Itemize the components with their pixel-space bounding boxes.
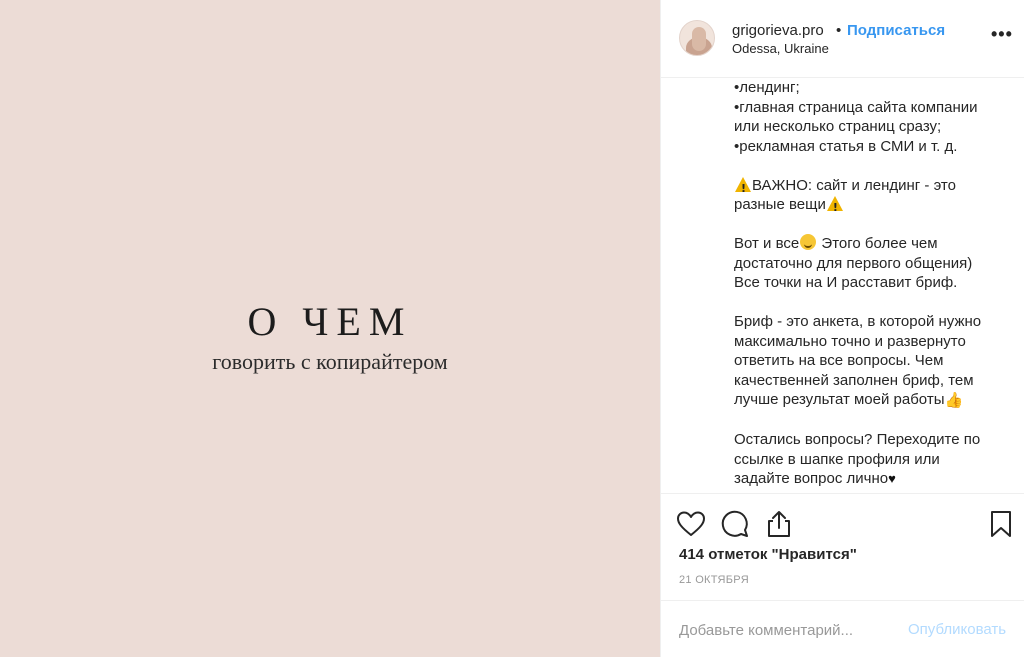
caption-line: максимально точно и развернуто [734,332,966,350]
caption-line: •главная страница сайта компании [734,98,978,116]
share-icon[interactable] [763,508,795,540]
caption-summary: Вот и все Этого более чем достаточно для… [734,234,1014,293]
caption-line: качественней заполнен бриф, тем [734,371,974,389]
caption-brief: Бриф - это анкета, в которой нужно макси… [734,312,1014,411]
caption-line: Бриф - это анкета, в которой нужно [734,313,982,330]
caption-line: достаточно для первого общения) [734,254,973,272]
caption-warning: ВАЖНО: сайт и лендинг - это разные вещи [734,176,1014,218]
post-actions: 414 отметок "Нравится" 21 ОКТЯБРЯ [661,493,1024,600]
caption-line: или несколько страниц сразу; [734,118,942,135]
caption-line: Этого более чем [817,235,938,252]
post-caption: •лендинг; •главная страница сайта компан… [734,78,1014,492]
caption-line: Все точки на И расставит бриф. [734,274,958,291]
caption-line: задайте вопрос лично [734,470,889,487]
comment-input[interactable] [679,619,889,641]
caption-questions: Остались вопросы? Переходите по ссылке в… [734,430,1014,489]
thumbs-up-icon: 👍 [944,392,964,409]
post-date[interactable]: 21 ОКТЯБРЯ [679,574,749,586]
post-title: О ЧЕМ [247,299,413,344]
publish-button[interactable]: Опубликовать [908,621,1006,638]
caption-list: •лендинг; •главная страница сайта компан… [734,78,1014,156]
heart-icon[interactable] [675,508,707,540]
caption-line: •рекламная статья в СМИ и т. д. [734,137,958,155]
bookmark-icon[interactable] [985,508,1017,540]
comment-bar: Опубликовать [661,600,1024,657]
caption-line: •лендинг; [734,79,800,96]
more-horizontal-icon[interactable]: ••• [991,24,1013,45]
black-heart-icon: ♥ [888,471,896,486]
location-link[interactable]: Odessa, Ukraine [732,41,829,56]
warning-icon [735,176,751,198]
warning-icon [826,196,843,218]
likes-count[interactable]: 414 отметок "Нравится" [679,546,857,563]
username-link[interactable]: grigorieva.pro [732,22,824,39]
post-subtitle: говорить с копирайтером [212,349,448,374]
smile-icon [800,234,817,250]
caption-line: ответить на все вопросы. Чем [734,352,944,369]
post-header: grigorieva.pro • Подписаться Odessa, Ukr… [661,0,1024,78]
caption-line: Вот и все [734,235,800,252]
caption-line: Остались вопросы? Переходите по [734,431,981,448]
comment-icon[interactable] [719,508,751,540]
caption-line: ВАЖНО: сайт и лендинг - это [752,176,956,194]
separator-dot: • [836,22,842,39]
caption-line: разные вещи [734,196,826,213]
caption-line: лучше результат моей работы [734,391,945,408]
avatar[interactable] [679,20,715,56]
post-image[interactable]: О ЧЕМ говорить с копирайтером [0,0,660,657]
follow-button[interactable]: Подписаться [847,22,945,39]
post-side-panel: grigorieva.pro • Подписаться Odessa, Ukr… [660,0,1024,657]
caption-line: ссылке в шапке профиля или [734,450,940,468]
